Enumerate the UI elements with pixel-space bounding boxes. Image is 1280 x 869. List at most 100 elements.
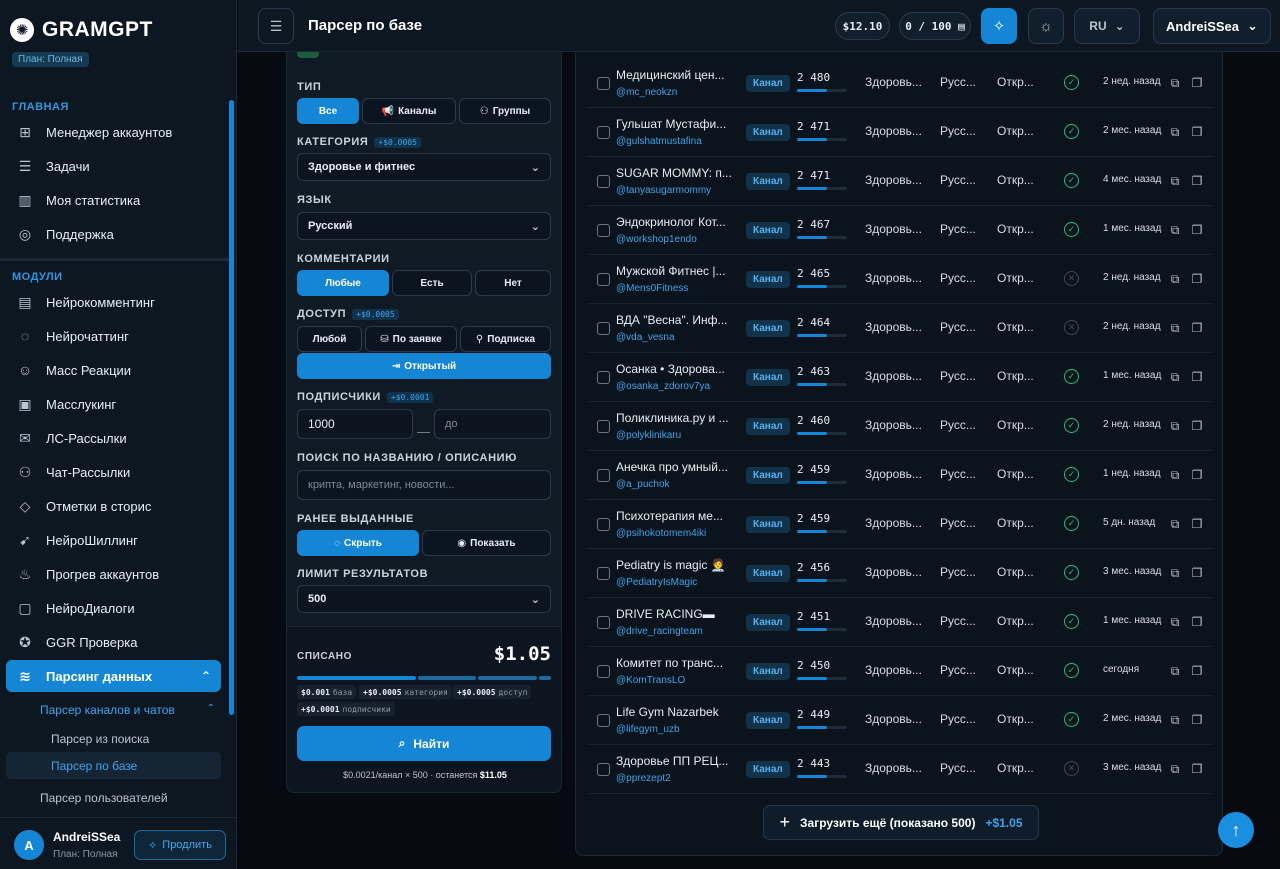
sidebar-module-2[interactable]: ☺ Масс Реакции <box>6 354 221 386</box>
sidebar-sub-parent[interactable]: Парсер каналов и чатов ⌃ <box>40 703 215 717</box>
sidebar-users-parser[interactable]: Парсер пользователей <box>40 791 168 805</box>
row-checkbox[interactable] <box>597 77 610 90</box>
channel-handle[interactable]: @Mens0Fitness <box>616 283 688 294</box>
channel-name[interactable]: Life Gym Nazarbek <box>616 705 731 719</box>
external-link-icon[interactable]: ⧉ <box>1165 171 1185 191</box>
subscribers-to-input[interactable]: до <box>434 409 551 439</box>
row-checkbox[interactable] <box>597 665 610 678</box>
balance-badge[interactable]: $12.10 <box>835 12 890 40</box>
channel-name[interactable]: Осанка • Здорова... <box>616 362 731 376</box>
row-checkbox[interactable] <box>597 616 610 629</box>
access-any-button[interactable]: Любой <box>297 326 362 352</box>
channel-handle[interactable]: @lifegym_uzb <box>616 724 680 735</box>
language-select[interactable]: RU ⌄ <box>1074 8 1140 44</box>
copy-icon[interactable]: ❐ <box>1187 73 1207 93</box>
row-checkbox[interactable] <box>597 371 610 384</box>
row-checkbox[interactable] <box>597 763 610 776</box>
external-link-icon[interactable]: ⧉ <box>1165 514 1185 534</box>
channel-handle[interactable]: @pprezept2 <box>616 773 671 784</box>
row-checkbox[interactable] <box>597 420 610 433</box>
limit-select[interactable]: 500 ⌄ <box>297 585 551 613</box>
external-link-icon[interactable]: ⧉ <box>1165 367 1185 387</box>
issued-hide-button[interactable]: ◌ Скрыть <box>297 530 419 556</box>
channel-name[interactable]: Комитет по транс... <box>616 656 731 670</box>
scroll-top-button[interactable]: ↑ <box>1218 812 1254 848</box>
channel-name[interactable]: Психотерапия ме... <box>616 509 731 523</box>
channel-handle[interactable]: @gulshatmustafina <box>616 136 702 147</box>
brand-logo[interactable]: ✺ GRAMGPT <box>10 18 153 42</box>
sidebar-sub-search-parser[interactable]: Парсер из поиска <box>51 732 149 746</box>
channel-handle[interactable]: @vda_vesna <box>616 332 675 343</box>
external-link-icon[interactable]: ⧉ <box>1165 465 1185 485</box>
access-subscription-button[interactable]: ⚲ Подписка <box>460 326 551 352</box>
channel-handle[interactable]: @drive_racingteam <box>616 626 703 637</box>
channel-name[interactable]: ВДА "Весна". Инф... <box>616 313 731 327</box>
external-link-icon[interactable]: ⧉ <box>1165 661 1185 681</box>
comments-any-button[interactable]: Любые <box>297 270 389 296</box>
channel-handle[interactable]: @a_puchok <box>616 479 670 490</box>
copy-icon[interactable]: ❐ <box>1187 661 1207 681</box>
ai-button[interactable]: ✧ <box>981 8 1017 44</box>
type-groups-button[interactable]: ⚇ Группы <box>459 98 551 124</box>
comments-yes-button[interactable]: Есть <box>392 270 472 296</box>
user-menu-button[interactable]: AndreiSSea ⌄ <box>1153 8 1271 44</box>
subscribers-from-input[interactable]: 1000 <box>297 409 413 439</box>
category-select[interactable]: Здоровье и фитнес ⌄ <box>297 153 551 181</box>
channel-name[interactable]: SUGAR MOMMY: п... <box>616 166 731 180</box>
sidebar-module-8[interactable]: ♨ Прогрев аккаунтов <box>6 558 221 590</box>
copy-icon[interactable]: ❐ <box>1187 514 1207 534</box>
row-checkbox[interactable] <box>597 714 610 727</box>
channel-handle[interactable]: @PediatryIsMagic <box>616 577 697 588</box>
row-checkbox[interactable] <box>597 518 610 531</box>
sidebar-sub-base-parser[interactable]: Парсер по базе <box>6 752 221 779</box>
channel-handle[interactable]: @KomTransLO <box>616 675 685 686</box>
copy-icon[interactable]: ❐ <box>1187 269 1207 289</box>
channel-name[interactable]: Анечка про умный... <box>616 460 731 474</box>
copy-icon[interactable]: ❐ <box>1187 367 1207 387</box>
external-link-icon[interactable]: ⧉ <box>1165 269 1185 289</box>
copy-icon[interactable]: ❐ <box>1187 171 1207 191</box>
sidebar-module-4[interactable]: ✉ ЛС-Рассылки <box>6 422 221 454</box>
sidebar-module-7[interactable]: ➹ НейроШиллинг <box>6 524 221 556</box>
channel-name[interactable]: Гульшат Мустафи... <box>616 117 731 131</box>
copy-icon[interactable]: ❐ <box>1187 220 1207 240</box>
channel-name[interactable]: Мужской Фитнес |... <box>616 264 731 278</box>
channel-name[interactable]: Медицинский цен... <box>616 68 731 82</box>
channel-name[interactable]: Эндокринолог Кот... <box>616 215 731 229</box>
sidebar-module-3[interactable]: ▣ Масслукинг <box>6 388 221 420</box>
copy-icon[interactable]: ❐ <box>1187 122 1207 142</box>
channel-name[interactable]: DRIVE RACING▬ <box>616 607 731 621</box>
copy-icon[interactable]: ❐ <box>1187 563 1207 583</box>
sidebar-module-6[interactable]: ◇ Отметки в сторис <box>6 490 221 522</box>
external-link-icon[interactable]: ⧉ <box>1165 759 1185 779</box>
channel-handle[interactable]: @osanka_zdorov7ya <box>616 381 710 392</box>
avatar[interactable]: A <box>14 830 44 860</box>
external-link-icon[interactable]: ⧉ <box>1165 318 1185 338</box>
extend-button[interactable]: ✧ Продлить <box>134 830 226 860</box>
copy-icon[interactable]: ❐ <box>1187 612 1207 632</box>
row-checkbox[interactable] <box>597 322 610 335</box>
sidebar-module-1[interactable]: ◌ Нейрочаттинг <box>6 320 221 352</box>
copy-icon[interactable]: ❐ <box>1187 465 1207 485</box>
external-link-icon[interactable]: ⧉ <box>1165 612 1185 632</box>
comments-no-button[interactable]: Нет <box>475 270 551 296</box>
theme-toggle-button[interactable]: ☼ <box>1028 8 1064 44</box>
external-link-icon[interactable]: ⧉ <box>1165 563 1185 583</box>
row-checkbox[interactable] <box>597 224 610 237</box>
sidebar-module-11[interactable]: ≋ Парсинг данных ⌃ <box>6 660 221 692</box>
row-checkbox[interactable] <box>597 175 610 188</box>
row-checkbox[interactable] <box>597 126 610 139</box>
channel-handle[interactable]: @mc_neokzn <box>616 87 677 98</box>
language-filter-select[interactable]: Русский ⌄ <box>297 212 551 240</box>
channel-handle[interactable]: @workshop1endo <box>616 234 697 245</box>
copy-icon[interactable]: ❐ <box>1187 318 1207 338</box>
external-link-icon[interactable]: ⧉ <box>1165 220 1185 240</box>
quota-badge[interactable]: 0 / 100 ▤ <box>899 12 971 40</box>
sidebar-scrollbar[interactable] <box>229 100 234 715</box>
search-input[interactable]: крипта, маркетинг, новости... <box>297 470 551 500</box>
sidebar-item-0[interactable]: ⊞ Менеджер аккаунтов <box>6 116 221 148</box>
menu-toggle-button[interactable]: ☰ <box>258 8 294 44</box>
external-link-icon[interactable]: ⧉ <box>1165 122 1185 142</box>
sidebar-module-10[interactable]: ✪ GGR Проверка <box>6 626 221 658</box>
channel-handle[interactable]: @polyklinikaru <box>616 430 681 441</box>
